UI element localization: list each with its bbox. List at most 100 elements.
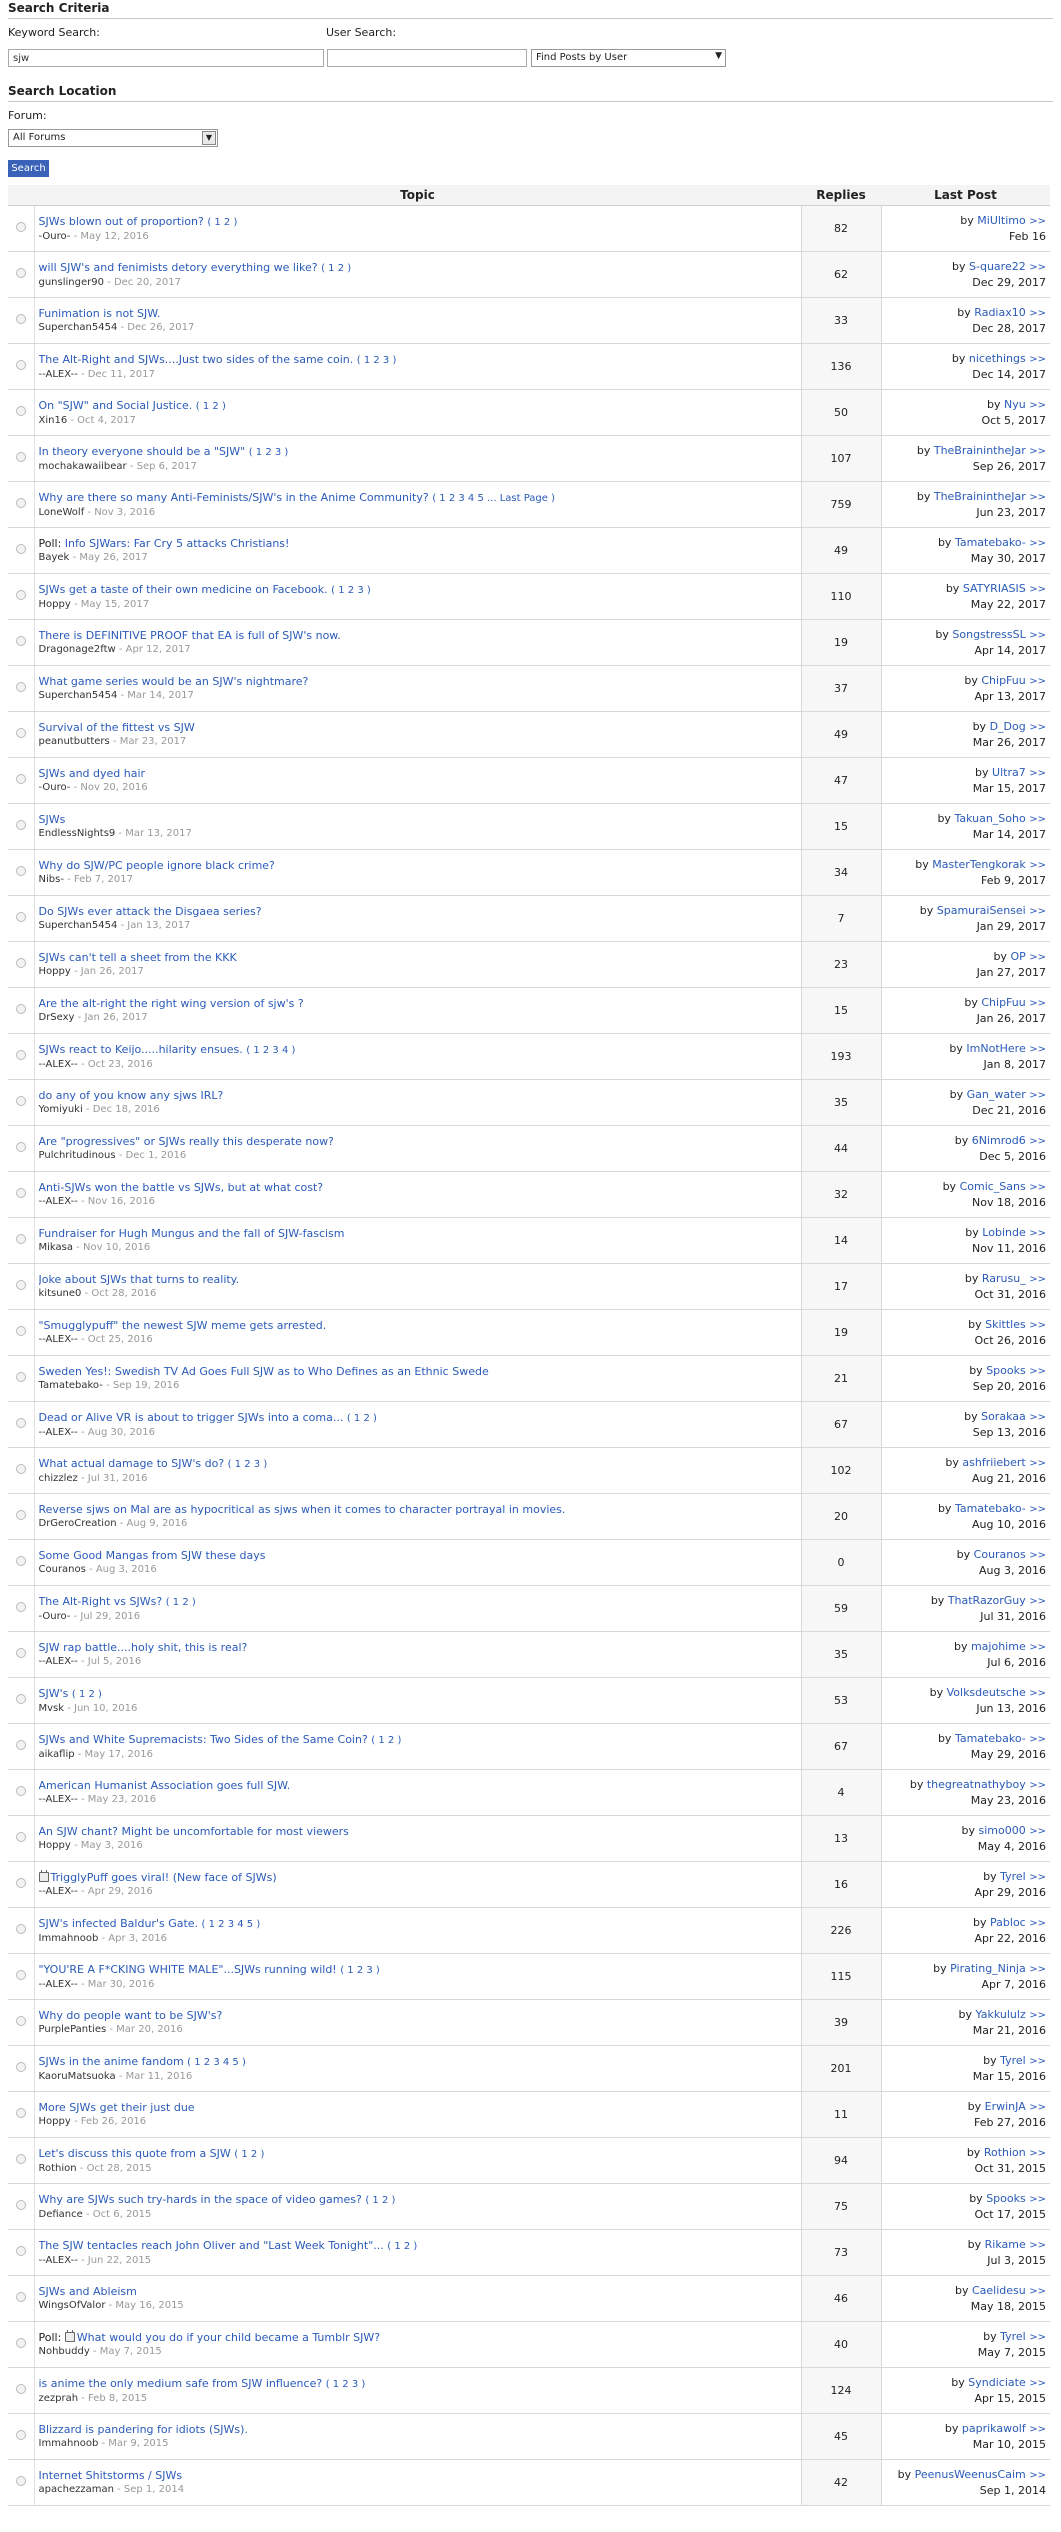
- go-to-last-post-link[interactable]: >>: [1029, 1872, 1046, 1883]
- last-post-user[interactable]: Volksdeutsche: [947, 1686, 1026, 1699]
- last-post-user[interactable]: Rothion: [984, 2146, 1026, 2159]
- topic-author[interactable]: Xin16: [39, 415, 68, 426]
- last-post-user[interactable]: Rikame: [985, 2238, 1026, 2251]
- row-radio[interactable]: [15, 2384, 26, 2394]
- topic-title-link[interactable]: Are "progressives" or SJWs really this d…: [39, 1135, 334, 1148]
- topic-pages[interactable]: ( 1 2 ): [72, 1689, 102, 1700]
- go-to-last-post-link[interactable]: >>: [1029, 262, 1046, 273]
- topic-title-link[interactable]: SJWs can't tell a sheet from the KKK: [39, 951, 237, 964]
- row-radio[interactable]: [15, 2154, 26, 2164]
- topic-title-link[interactable]: SJW's infected Baldur's Gate.: [39, 1917, 199, 1930]
- topic-title-link[interactable]: Survival of the fittest vs SJW: [39, 721, 195, 734]
- topic-title-link[interactable]: is anime the only medium safe from SJW i…: [39, 2377, 323, 2390]
- last-post-user[interactable]: Tamatebako-: [955, 536, 1026, 549]
- row-radio[interactable]: [15, 2016, 26, 2026]
- topic-title-link[interactable]: Blizzard is pandering for idiots (SJWs).: [39, 2423, 248, 2436]
- row-radio[interactable]: [15, 774, 26, 784]
- row-radio[interactable]: [15, 2430, 26, 2440]
- topic-title-link[interactable]: In theory everyone should be a "SJW": [39, 445, 246, 458]
- last-post-user[interactable]: Tamatebako-: [955, 1502, 1026, 1515]
- go-to-last-post-link[interactable]: >>: [1029, 446, 1046, 457]
- last-post-user[interactable]: SATYRIASIS: [963, 582, 1026, 595]
- row-radio[interactable]: [15, 1602, 26, 1612]
- go-to-last-post-link[interactable]: >>: [1029, 630, 1046, 641]
- topic-author[interactable]: --ALEX--: [39, 1334, 78, 1345]
- topic-author[interactable]: Bayek: [39, 552, 70, 563]
- topic-author[interactable]: apachezzaman: [39, 2484, 114, 2495]
- go-to-last-post-link[interactable]: >>: [1029, 2148, 1046, 2159]
- last-post-user[interactable]: SpamuraiSensei: [937, 904, 1026, 917]
- topic-title-link[interactable]: do any of you know any sjws IRL?: [39, 1089, 224, 1102]
- go-to-last-post-link[interactable]: >>: [1029, 1504, 1046, 1515]
- go-to-last-post-link[interactable]: >>: [1029, 722, 1046, 733]
- topic-title-link[interactable]: SJWs and Ableism: [39, 2285, 137, 2298]
- row-radio[interactable]: [15, 1280, 26, 1290]
- topic-pages[interactable]: ( 1 2 ): [234, 2149, 264, 2160]
- row-radio[interactable]: [15, 1648, 26, 1658]
- topic-author[interactable]: --ALEX--: [39, 2255, 78, 2266]
- row-radio[interactable]: [15, 544, 26, 554]
- go-to-last-post-link[interactable]: >>: [1029, 1044, 1046, 1055]
- topic-title-link[interactable]: SJWs react to Keijo.....hilarity ensues.: [39, 1043, 243, 1056]
- go-to-last-post-link[interactable]: >>: [1029, 2378, 1046, 2389]
- last-post-user[interactable]: S-quare22: [969, 260, 1026, 273]
- go-to-last-post-link[interactable]: >>: [1029, 492, 1046, 503]
- last-post-user[interactable]: ChipFuu: [981, 674, 1025, 687]
- go-to-last-post-link[interactable]: >>: [1029, 400, 1046, 411]
- topic-title-link[interactable]: "Smugglypuff" the newest SJW meme gets a…: [39, 1319, 327, 1332]
- topic-author[interactable]: --ALEX--: [39, 1059, 78, 1070]
- last-post-user[interactable]: Couranos: [974, 1548, 1026, 1561]
- go-to-last-post-link[interactable]: >>: [1029, 860, 1046, 871]
- row-radio[interactable]: [15, 1142, 26, 1152]
- topic-author[interactable]: --ALEX--: [39, 1979, 78, 1990]
- topic-author[interactable]: Mikasa: [39, 1242, 74, 1253]
- row-radio[interactable]: [15, 866, 26, 876]
- topic-title-link[interactable]: SJWs get a taste of their own medicine o…: [39, 583, 328, 596]
- topic-title-link[interactable]: Anti-SJWs won the battle vs SJWs, but at…: [39, 1181, 324, 1194]
- go-to-last-post-link[interactable]: >>: [1029, 1182, 1046, 1193]
- topic-title-link[interactable]: Dead or Alive VR is about to trigger SJW…: [39, 1411, 344, 1424]
- topic-author[interactable]: EndlessNights9: [39, 828, 116, 839]
- go-to-last-post-link[interactable]: >>: [1029, 1596, 1046, 1607]
- topic-title-link[interactable]: SJWs: [39, 813, 66, 826]
- topic-pages[interactable]: ( 1 2 3 ): [326, 2379, 366, 2390]
- topic-title-link[interactable]: Info SJWars: Far Cry 5 attacks Christian…: [65, 537, 290, 550]
- go-to-last-post-link[interactable]: >>: [1029, 2056, 1046, 2067]
- topic-author[interactable]: LoneWolf: [39, 507, 85, 518]
- topic-title-link[interactable]: SJWs in the anime fandom: [39, 2055, 184, 2068]
- go-to-last-post-link[interactable]: >>: [1029, 584, 1046, 595]
- topic-author[interactable]: Superchan5454: [39, 920, 118, 931]
- topic-author[interactable]: Defiance: [39, 2209, 83, 2220]
- go-to-last-post-link[interactable]: >>: [1029, 676, 1046, 687]
- topic-title-link[interactable]: TrigglyPuff goes viral! (New face of SJW…: [51, 1871, 277, 1884]
- go-to-last-post-link[interactable]: >>: [1029, 2424, 1046, 2435]
- replies-column-header[interactable]: Replies: [801, 185, 881, 206]
- last-post-user[interactable]: thegreatnathyboy: [927, 1778, 1026, 1791]
- go-to-last-post-link[interactable]: >>: [1029, 2010, 1046, 2021]
- topic-pages[interactable]: ( 1 2 3 ): [249, 447, 289, 458]
- row-radio[interactable]: [15, 682, 26, 692]
- topic-title-link[interactable]: SJWs blown out of proportion?: [39, 215, 204, 228]
- go-to-last-post-link[interactable]: >>: [1029, 1964, 1046, 1975]
- row-radio[interactable]: [15, 1418, 26, 1428]
- go-to-last-post-link[interactable]: >>: [1029, 1274, 1046, 1285]
- last-post-user[interactable]: PeenusWeenusCaim: [915, 2468, 1026, 2481]
- go-to-last-post-link[interactable]: >>: [1029, 1826, 1046, 1837]
- row-radio[interactable]: [15, 1050, 26, 1060]
- go-to-last-post-link[interactable]: >>: [1029, 998, 1046, 1009]
- row-radio[interactable]: [15, 728, 26, 738]
- row-radio[interactable]: [15, 1372, 26, 1382]
- topic-title-link[interactable]: SJWs and White Supremacists: Two Sides o…: [39, 1733, 368, 1746]
- topic-title-link[interactable]: The Alt-Right vs SJWs?: [39, 1595, 163, 1608]
- row-radio[interactable]: [15, 2108, 26, 2118]
- last-post-user[interactable]: ChipFuu: [981, 996, 1025, 1009]
- row-radio[interactable]: [15, 590, 26, 600]
- topic-author[interactable]: Pulchritudinous: [39, 1150, 116, 1161]
- last-post-user[interactable]: Tyrel: [1000, 2330, 1026, 2343]
- last-post-user[interactable]: OP: [1010, 950, 1025, 963]
- topic-pages[interactable]: ( 1 2 ): [365, 2195, 395, 2206]
- topic-title-link[interactable]: will SJW's and fenimists detory everythi…: [39, 261, 318, 274]
- topic-title-link[interactable]: What game series would be an SJW's night…: [39, 675, 309, 688]
- go-to-last-post-link[interactable]: >>: [1029, 1412, 1046, 1423]
- topic-pages[interactable]: ( 1 2 3 4 5 ... Last Page ): [432, 493, 555, 504]
